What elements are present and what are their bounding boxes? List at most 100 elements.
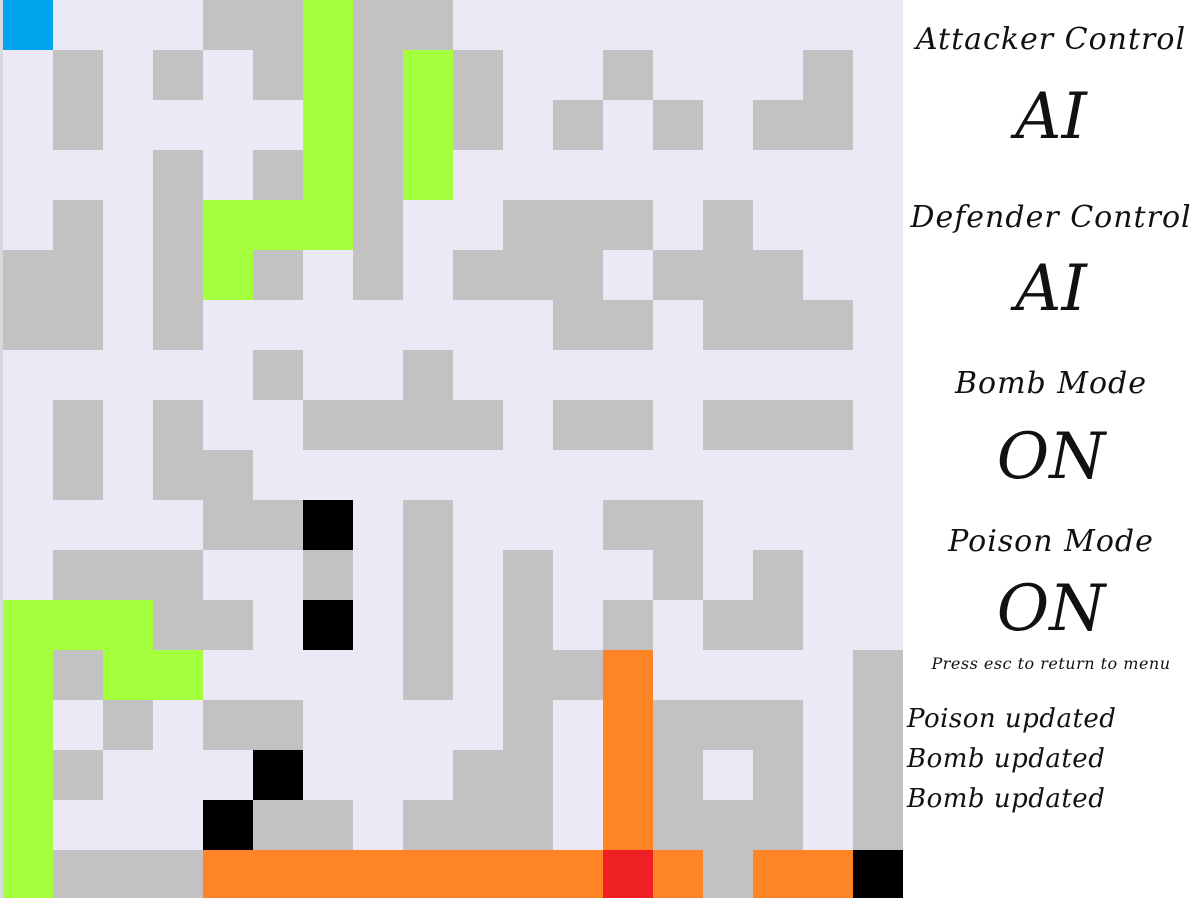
defender-path-cell (553, 850, 603, 898)
floor-cell (403, 250, 453, 300)
floor-cell (853, 550, 903, 600)
floor-cell (153, 750, 203, 800)
floor-cell (853, 100, 903, 150)
defender-cell (603, 850, 653, 898)
floor-cell (803, 450, 853, 500)
floor-cell (653, 350, 703, 400)
floor-cell (553, 550, 603, 600)
attacker-control-value[interactable]: AI (903, 80, 1199, 154)
floor-cell (453, 500, 503, 550)
wall-cell (353, 0, 403, 50)
wall-cell (753, 600, 803, 650)
floor-cell (103, 800, 153, 850)
wall-cell (53, 750, 103, 800)
floor-cell (853, 0, 903, 50)
attacker-path-cell (53, 600, 103, 650)
attacker-path-cell (3, 650, 53, 700)
wall-cell (103, 550, 153, 600)
floor-cell (853, 500, 903, 550)
wall-cell (403, 800, 453, 850)
wall-cell (353, 150, 403, 200)
status-panel: Attacker Control AI Defender Control AI … (903, 0, 1203, 898)
wall-cell (203, 500, 253, 550)
wall-cell (503, 650, 553, 700)
defender-control-value[interactable]: AI (903, 252, 1199, 326)
floor-cell (503, 450, 553, 500)
wall-cell (503, 550, 553, 600)
wall-cell (453, 50, 503, 100)
attacker-path-cell (303, 0, 353, 50)
wall-cell (403, 650, 453, 700)
bomb-mode-label: Bomb Mode (954, 366, 1148, 401)
wall-cell (53, 450, 103, 500)
floor-cell (353, 650, 403, 700)
floor-cell (603, 450, 653, 500)
defender-path-cell (203, 850, 253, 898)
wall-cell (253, 50, 303, 100)
wall-cell (503, 700, 553, 750)
attacker-path-cell (303, 100, 353, 150)
floor-cell (503, 0, 553, 50)
attacker-path-cell (203, 200, 253, 250)
floor-cell (753, 350, 803, 400)
floor-cell (703, 350, 753, 400)
wall-cell (103, 700, 153, 750)
wall-cell (653, 550, 703, 600)
wall-cell (253, 800, 303, 850)
wall-cell (553, 100, 603, 150)
wall-cell (753, 700, 803, 750)
floor-cell (703, 750, 753, 800)
wall-cell (153, 850, 203, 898)
attacker-path-cell (403, 100, 453, 150)
floor-cell (53, 700, 103, 750)
floor-cell (103, 750, 153, 800)
wall-cell (53, 300, 103, 350)
wall-cell (553, 400, 603, 450)
wall-cell (753, 100, 803, 150)
floor-cell (703, 100, 753, 150)
wall-cell (553, 200, 603, 250)
floor-cell (703, 650, 753, 700)
wall-cell (53, 200, 103, 250)
defender-path-cell (453, 850, 503, 898)
floor-cell (603, 250, 653, 300)
wall-cell (53, 650, 103, 700)
wall-cell (853, 650, 903, 700)
floor-cell (753, 200, 803, 250)
maze-board[interactable] (3, 0, 903, 898)
defender-path-cell (603, 800, 653, 850)
wall-cell (403, 500, 453, 550)
floor-cell (303, 450, 353, 500)
wall-cell (53, 550, 103, 600)
floor-cell (103, 0, 153, 50)
bomb-mode-value[interactable]: ON (903, 420, 1199, 494)
floor-cell (653, 400, 703, 450)
floor-cell (253, 100, 303, 150)
floor-cell (53, 500, 103, 550)
event-log-entry: Bomb updated (907, 784, 1106, 814)
wall-cell (703, 850, 753, 898)
floor-cell (703, 500, 753, 550)
wall-cell (853, 800, 903, 850)
wall-cell (153, 150, 203, 200)
wall-cell (53, 100, 103, 150)
wall-cell (753, 400, 803, 450)
wall-cell (653, 500, 703, 550)
floor-cell (453, 350, 503, 400)
floor-cell (153, 700, 203, 750)
floor-cell (803, 200, 853, 250)
floor-cell (603, 550, 653, 600)
poison-mode-value[interactable]: ON (903, 572, 1199, 646)
wall-cell (203, 450, 253, 500)
floor-cell (603, 350, 653, 400)
wall-cell (3, 300, 53, 350)
wall-cell (153, 300, 203, 350)
wall-cell (153, 550, 203, 600)
wall-cell (453, 800, 503, 850)
floor-cell (853, 600, 903, 650)
wall-cell (853, 700, 903, 750)
wall-cell (553, 650, 603, 700)
floor-cell (553, 600, 603, 650)
floor-cell (353, 350, 403, 400)
floor-cell (3, 450, 53, 500)
